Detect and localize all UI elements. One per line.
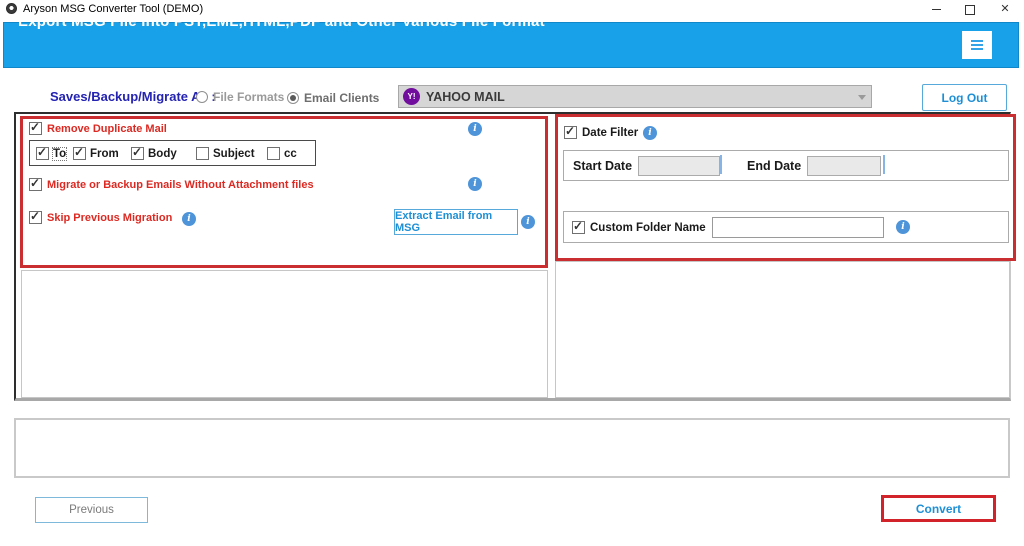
without-attachment-info-icon[interactable] (468, 177, 482, 191)
date-filter-info-icon[interactable] (643, 126, 657, 140)
email-clients-label: Email Clients (304, 91, 380, 105)
menu-button[interactable] (962, 31, 992, 59)
remove-duplicate-label: Remove Duplicate Mail (47, 122, 167, 135)
without-attachment-checkbox[interactable]: Migrate or Backup Emails Without Attachm… (29, 176, 314, 191)
start-date-input[interactable] (638, 156, 720, 176)
dedupe-checkbox-to[interactable]: To (36, 145, 68, 161)
radio-file-formats[interactable]: File Formats (196, 90, 284, 104)
start-date-label: Start Date (573, 159, 633, 173)
saves-backup-migrate-label: Saves/Backup/Migrate As : (50, 89, 216, 104)
restore-icon (965, 2, 978, 15)
checkbox-icon (572, 219, 585, 234)
remove-duplicate-info-icon[interactable] (468, 122, 482, 136)
custom-folder-group: Custom Folder Name (563, 211, 1009, 243)
custom-folder-checkbox[interactable]: Custom Folder Name (572, 219, 706, 234)
dedupe-checkbox-from[interactable]: From (73, 145, 119, 160)
cc-label: cc (284, 147, 297, 160)
file-formats-label: File Formats (213, 90, 285, 104)
checkbox-icon (564, 124, 577, 139)
skip-previous-checkbox[interactable]: Skip Previous Migration (29, 209, 173, 224)
without-attachment-label: Migrate or Backup Emails Without Attachm… (47, 178, 314, 191)
start-date-calendar-icon[interactable] (720, 155, 722, 174)
close-button[interactable]: ✕ (990, 0, 1020, 18)
dedupe-checkbox-subject[interactable]: Subject (196, 147, 255, 160)
dedupe-fields-group: To From Body Subject cc (29, 140, 316, 166)
left-empty-panel (21, 270, 548, 398)
skip-previous-label: Skip Previous Migration (47, 211, 173, 224)
email-client-dropdown[interactable]: Y! YAHOO MAIL (398, 85, 872, 108)
email-client-selected-value: YAHOO MAIL (426, 89, 505, 104)
status-log-box (14, 418, 1010, 478)
dedupe-checkbox-body[interactable]: Body (131, 145, 177, 160)
extract-email-info-icon[interactable] (521, 215, 535, 229)
custom-folder-info-icon[interactable] (896, 220, 910, 234)
page-title: Export MSG File into PST,EML,HTML,PDF an… (18, 13, 545, 30)
radio-icon (287, 92, 299, 104)
checkbox-icon (196, 147, 209, 160)
chevron-down-icon (858, 95, 866, 100)
to-label: To (51, 146, 68, 161)
app-window: Aryson MSG Converter Tool (DEMO) ✕ Expor… (0, 0, 1024, 546)
radio-email-clients[interactable]: Email Clients (287, 91, 379, 105)
hamburger-icon (971, 44, 983, 46)
previous-button[interactable]: Previous (35, 497, 148, 523)
skip-previous-info-icon[interactable] (182, 212, 196, 226)
restore-button[interactable] (955, 0, 985, 18)
custom-folder-label: Custom Folder Name (590, 221, 706, 234)
from-label: From (90, 147, 119, 160)
minimize-icon (931, 8, 941, 10)
custom-folder-input[interactable] (712, 217, 884, 238)
mail-options-panel (20, 116, 548, 268)
dedupe-checkbox-cc[interactable]: cc (267, 147, 297, 160)
close-icon: ✕ (1000, 2, 1010, 15)
log-out-button[interactable]: Log Out (922, 84, 1007, 111)
convert-button[interactable]: Convert (881, 495, 996, 522)
checkbox-icon (29, 176, 42, 191)
checkbox-icon (36, 145, 49, 160)
end-date-label: End Date (747, 159, 802, 173)
end-date-input[interactable] (807, 156, 881, 176)
checkbox-icon (29, 209, 42, 224)
remove-duplicate-checkbox[interactable]: Remove Duplicate Mail (29, 120, 167, 135)
yahoo-mail-icon: Y! (403, 88, 420, 105)
date-filter-label: Date Filter (582, 126, 639, 139)
checkbox-icon (73, 145, 86, 160)
checkbox-icon (29, 120, 42, 135)
date-range-group: Start Date End Date (563, 150, 1009, 181)
app-logo-icon (6, 3, 17, 14)
right-empty-panel (555, 261, 1010, 398)
checkbox-icon (267, 147, 280, 160)
subject-label: Subject (213, 147, 255, 160)
extract-email-button[interactable]: Extract Email from MSG (394, 209, 518, 235)
end-date-calendar-icon[interactable] (883, 155, 885, 174)
radio-icon (196, 91, 208, 103)
minimize-button[interactable] (921, 0, 951, 18)
body-label: Body (148, 147, 177, 160)
checkbox-icon (131, 145, 144, 160)
date-filter-checkbox[interactable]: Date Filter (564, 124, 639, 139)
